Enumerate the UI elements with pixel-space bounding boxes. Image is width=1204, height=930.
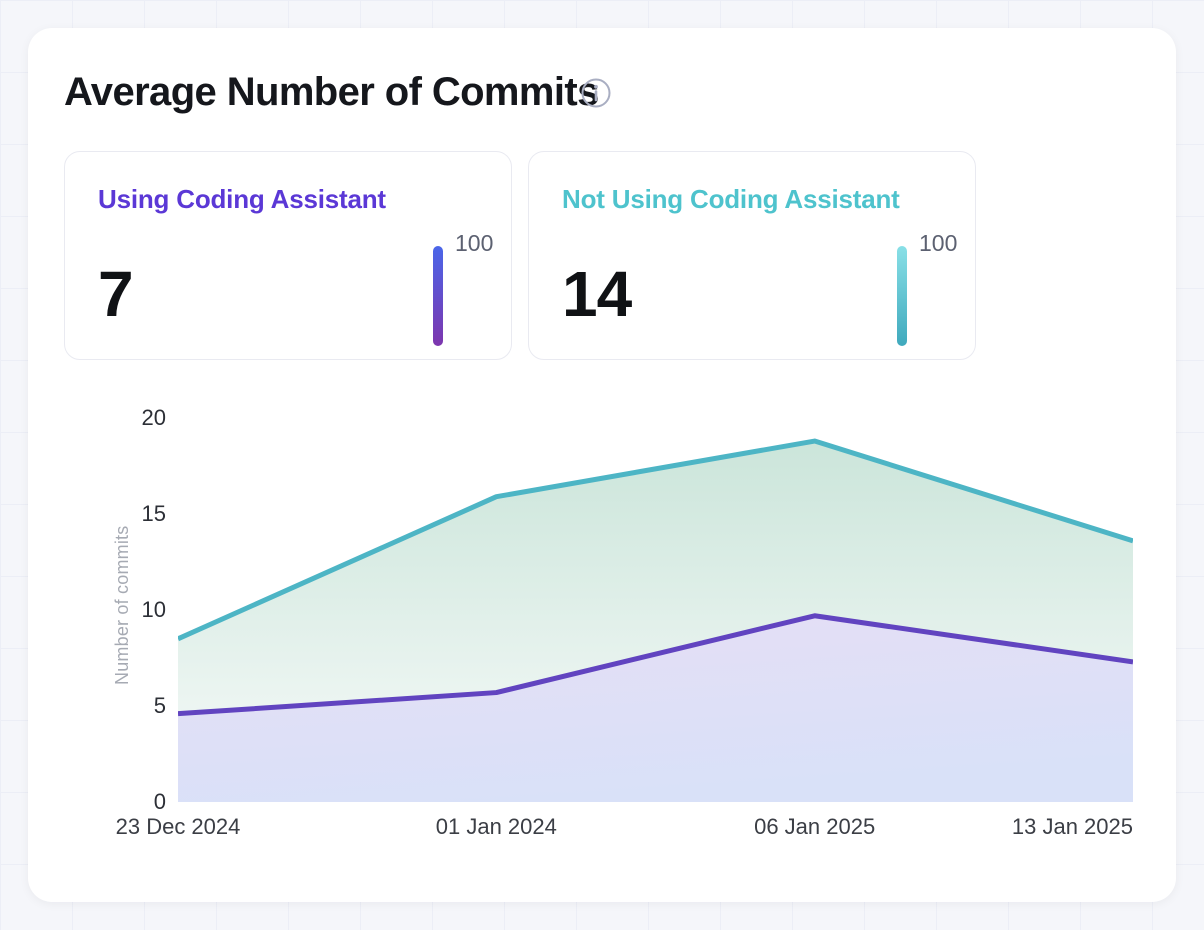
stat-card-label: Using Coding Assistant <box>98 184 386 215</box>
x-tick-label: 01 Jan 2024 <box>381 812 611 842</box>
stat-scale-max: 100 <box>919 230 989 257</box>
stat-scale-max: 100 <box>455 230 525 257</box>
stat-card-label: Not Using Coding Assistant <box>562 184 900 215</box>
y-tick-label: 10 <box>86 596 166 624</box>
x-tick-label: 13 Jan 2025 <box>903 812 1133 842</box>
y-tick-label: 5 <box>86 692 166 720</box>
commits-panel: Average Number of Commits Using Coding A… <box>28 28 1176 902</box>
y-tick-label: 20 <box>86 404 166 432</box>
x-tick-label: 06 Jan 2025 <box>700 812 930 842</box>
info-icon[interactable] <box>580 77 612 109</box>
page-background: { "header": { "title": "Average Number o… <box>0 0 1204 930</box>
page-title: Average Number of Commits <box>64 70 599 115</box>
stat-gradient-bar <box>897 246 907 346</box>
stat-gradient-bar <box>433 246 443 346</box>
stat-card-value: 7 <box>98 262 133 326</box>
x-tick-label: 23 Dec 2024 <box>63 812 293 842</box>
stat-card-value: 14 <box>562 262 631 326</box>
stat-card-1: Not Using Coding Assistant 14 100 <box>528 151 976 360</box>
stat-card-0: Using Coding Assistant 7 100 <box>64 151 512 360</box>
chart-svg <box>178 418 1133 802</box>
y-tick-label: 15 <box>86 500 166 528</box>
